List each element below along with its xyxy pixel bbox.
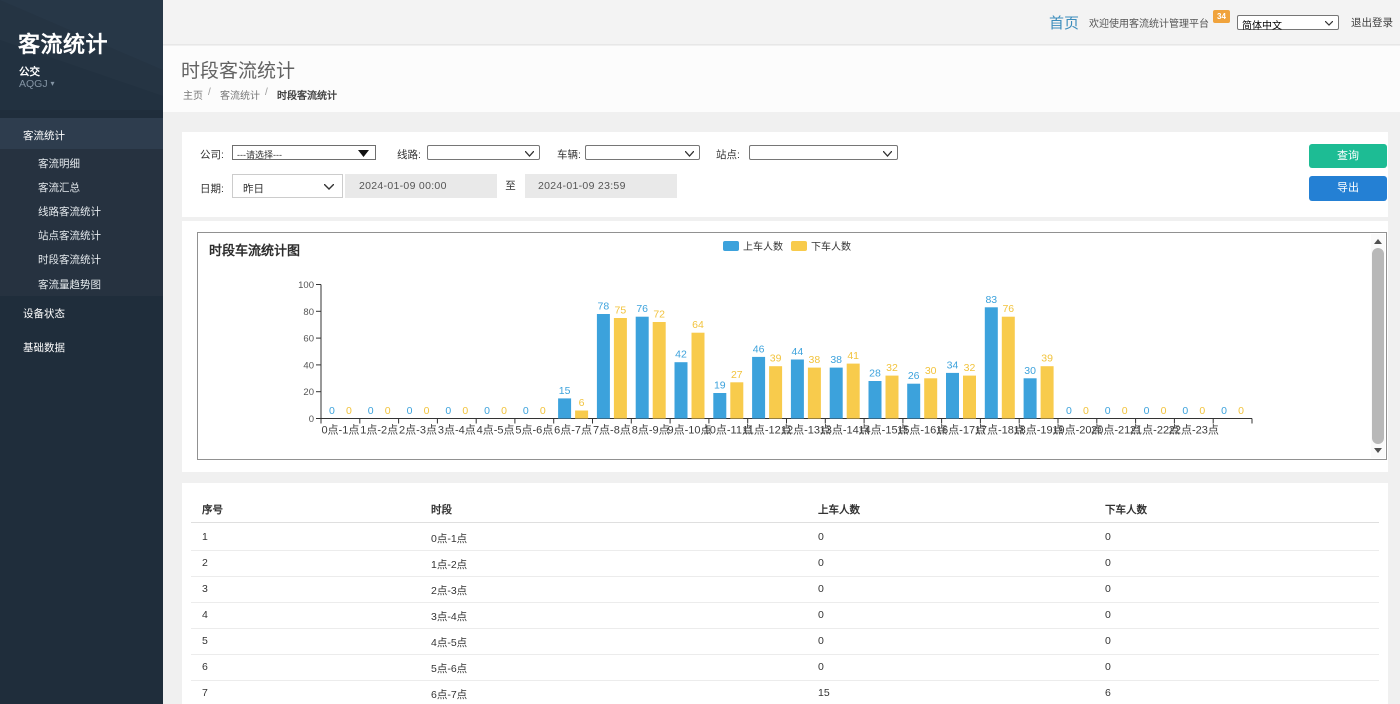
svg-text:32: 32	[964, 362, 976, 374]
svg-text:0: 0	[309, 414, 314, 425]
svg-text:64: 64	[692, 319, 704, 331]
svg-text:0: 0	[346, 405, 352, 417]
svg-text:44: 44	[792, 346, 804, 358]
svg-text:38: 38	[830, 354, 842, 366]
svg-text:19: 19	[714, 380, 726, 392]
svg-text:80: 80	[303, 307, 314, 318]
svg-text:78: 78	[598, 301, 610, 313]
svg-text:上车人数: 上车人数	[743, 240, 783, 253]
svg-text:时段车流统计图: 时段车流统计图	[209, 243, 300, 258]
svg-text:30: 30	[925, 365, 937, 377]
svg-text:0: 0	[1083, 405, 1089, 417]
svg-text:28: 28	[869, 368, 881, 380]
svg-text:75: 75	[615, 305, 627, 317]
svg-text:41: 41	[847, 350, 859, 362]
svg-text:40: 40	[303, 360, 314, 371]
svg-text:0点-1点: 0点-1点	[321, 424, 359, 437]
svg-text:42: 42	[675, 349, 687, 361]
svg-text:2点-3点: 2点-3点	[399, 424, 437, 437]
svg-text:下车人数: 下车人数	[811, 240, 851, 253]
svg-text:38: 38	[809, 354, 821, 366]
svg-text:39: 39	[1041, 353, 1053, 365]
svg-text:0: 0	[1122, 405, 1128, 417]
svg-text:6点-7点: 6点-7点	[554, 424, 592, 437]
svg-text:72: 72	[653, 309, 665, 321]
svg-text:34: 34	[947, 359, 959, 371]
svg-text:0: 0	[501, 405, 507, 417]
svg-text:8点-9点: 8点-9点	[632, 424, 670, 437]
svg-text:0: 0	[445, 405, 451, 417]
svg-text:30: 30	[1024, 365, 1036, 377]
svg-text:1点-2点: 1点-2点	[360, 424, 398, 437]
svg-text:0: 0	[484, 405, 490, 417]
svg-text:15: 15	[559, 385, 571, 397]
svg-text:0: 0	[424, 405, 430, 417]
svg-text:6: 6	[579, 397, 585, 409]
svg-text:60: 60	[303, 334, 314, 345]
svg-text:4点-5点: 4点-5点	[477, 424, 515, 437]
svg-text:0: 0	[1182, 405, 1188, 417]
svg-text:0: 0	[1105, 405, 1111, 417]
svg-text:3点-4点: 3点-4点	[438, 424, 476, 437]
svg-text:0: 0	[329, 405, 335, 417]
svg-text:0: 0	[385, 405, 391, 417]
svg-text:39: 39	[770, 353, 782, 365]
svg-text:26: 26	[908, 370, 920, 382]
svg-text:0: 0	[523, 405, 529, 417]
svg-text:76: 76	[636, 303, 648, 315]
svg-text:20: 20	[303, 387, 314, 398]
svg-text:0: 0	[540, 405, 546, 417]
svg-text:7点-8点: 7点-8点	[593, 424, 631, 437]
svg-text:22点-23点: 22点-23点	[1169, 424, 1219, 437]
svg-text:83: 83	[985, 294, 997, 306]
svg-text:0: 0	[1199, 405, 1205, 417]
svg-text:0: 0	[1238, 405, 1244, 417]
svg-text:32: 32	[886, 362, 898, 374]
svg-text:76: 76	[1002, 303, 1014, 315]
svg-text:0: 0	[1066, 405, 1072, 417]
svg-text:0: 0	[462, 405, 468, 417]
svg-text:0: 0	[407, 405, 413, 417]
svg-text:0: 0	[1144, 405, 1150, 417]
svg-text:46: 46	[753, 343, 765, 355]
svg-text:100: 100	[298, 280, 314, 291]
svg-text:5点-6点: 5点-6点	[515, 424, 553, 437]
svg-text:0: 0	[1161, 405, 1167, 417]
svg-text:0: 0	[368, 405, 374, 417]
svg-text:0: 0	[1221, 405, 1227, 417]
svg-text:27: 27	[731, 369, 743, 381]
